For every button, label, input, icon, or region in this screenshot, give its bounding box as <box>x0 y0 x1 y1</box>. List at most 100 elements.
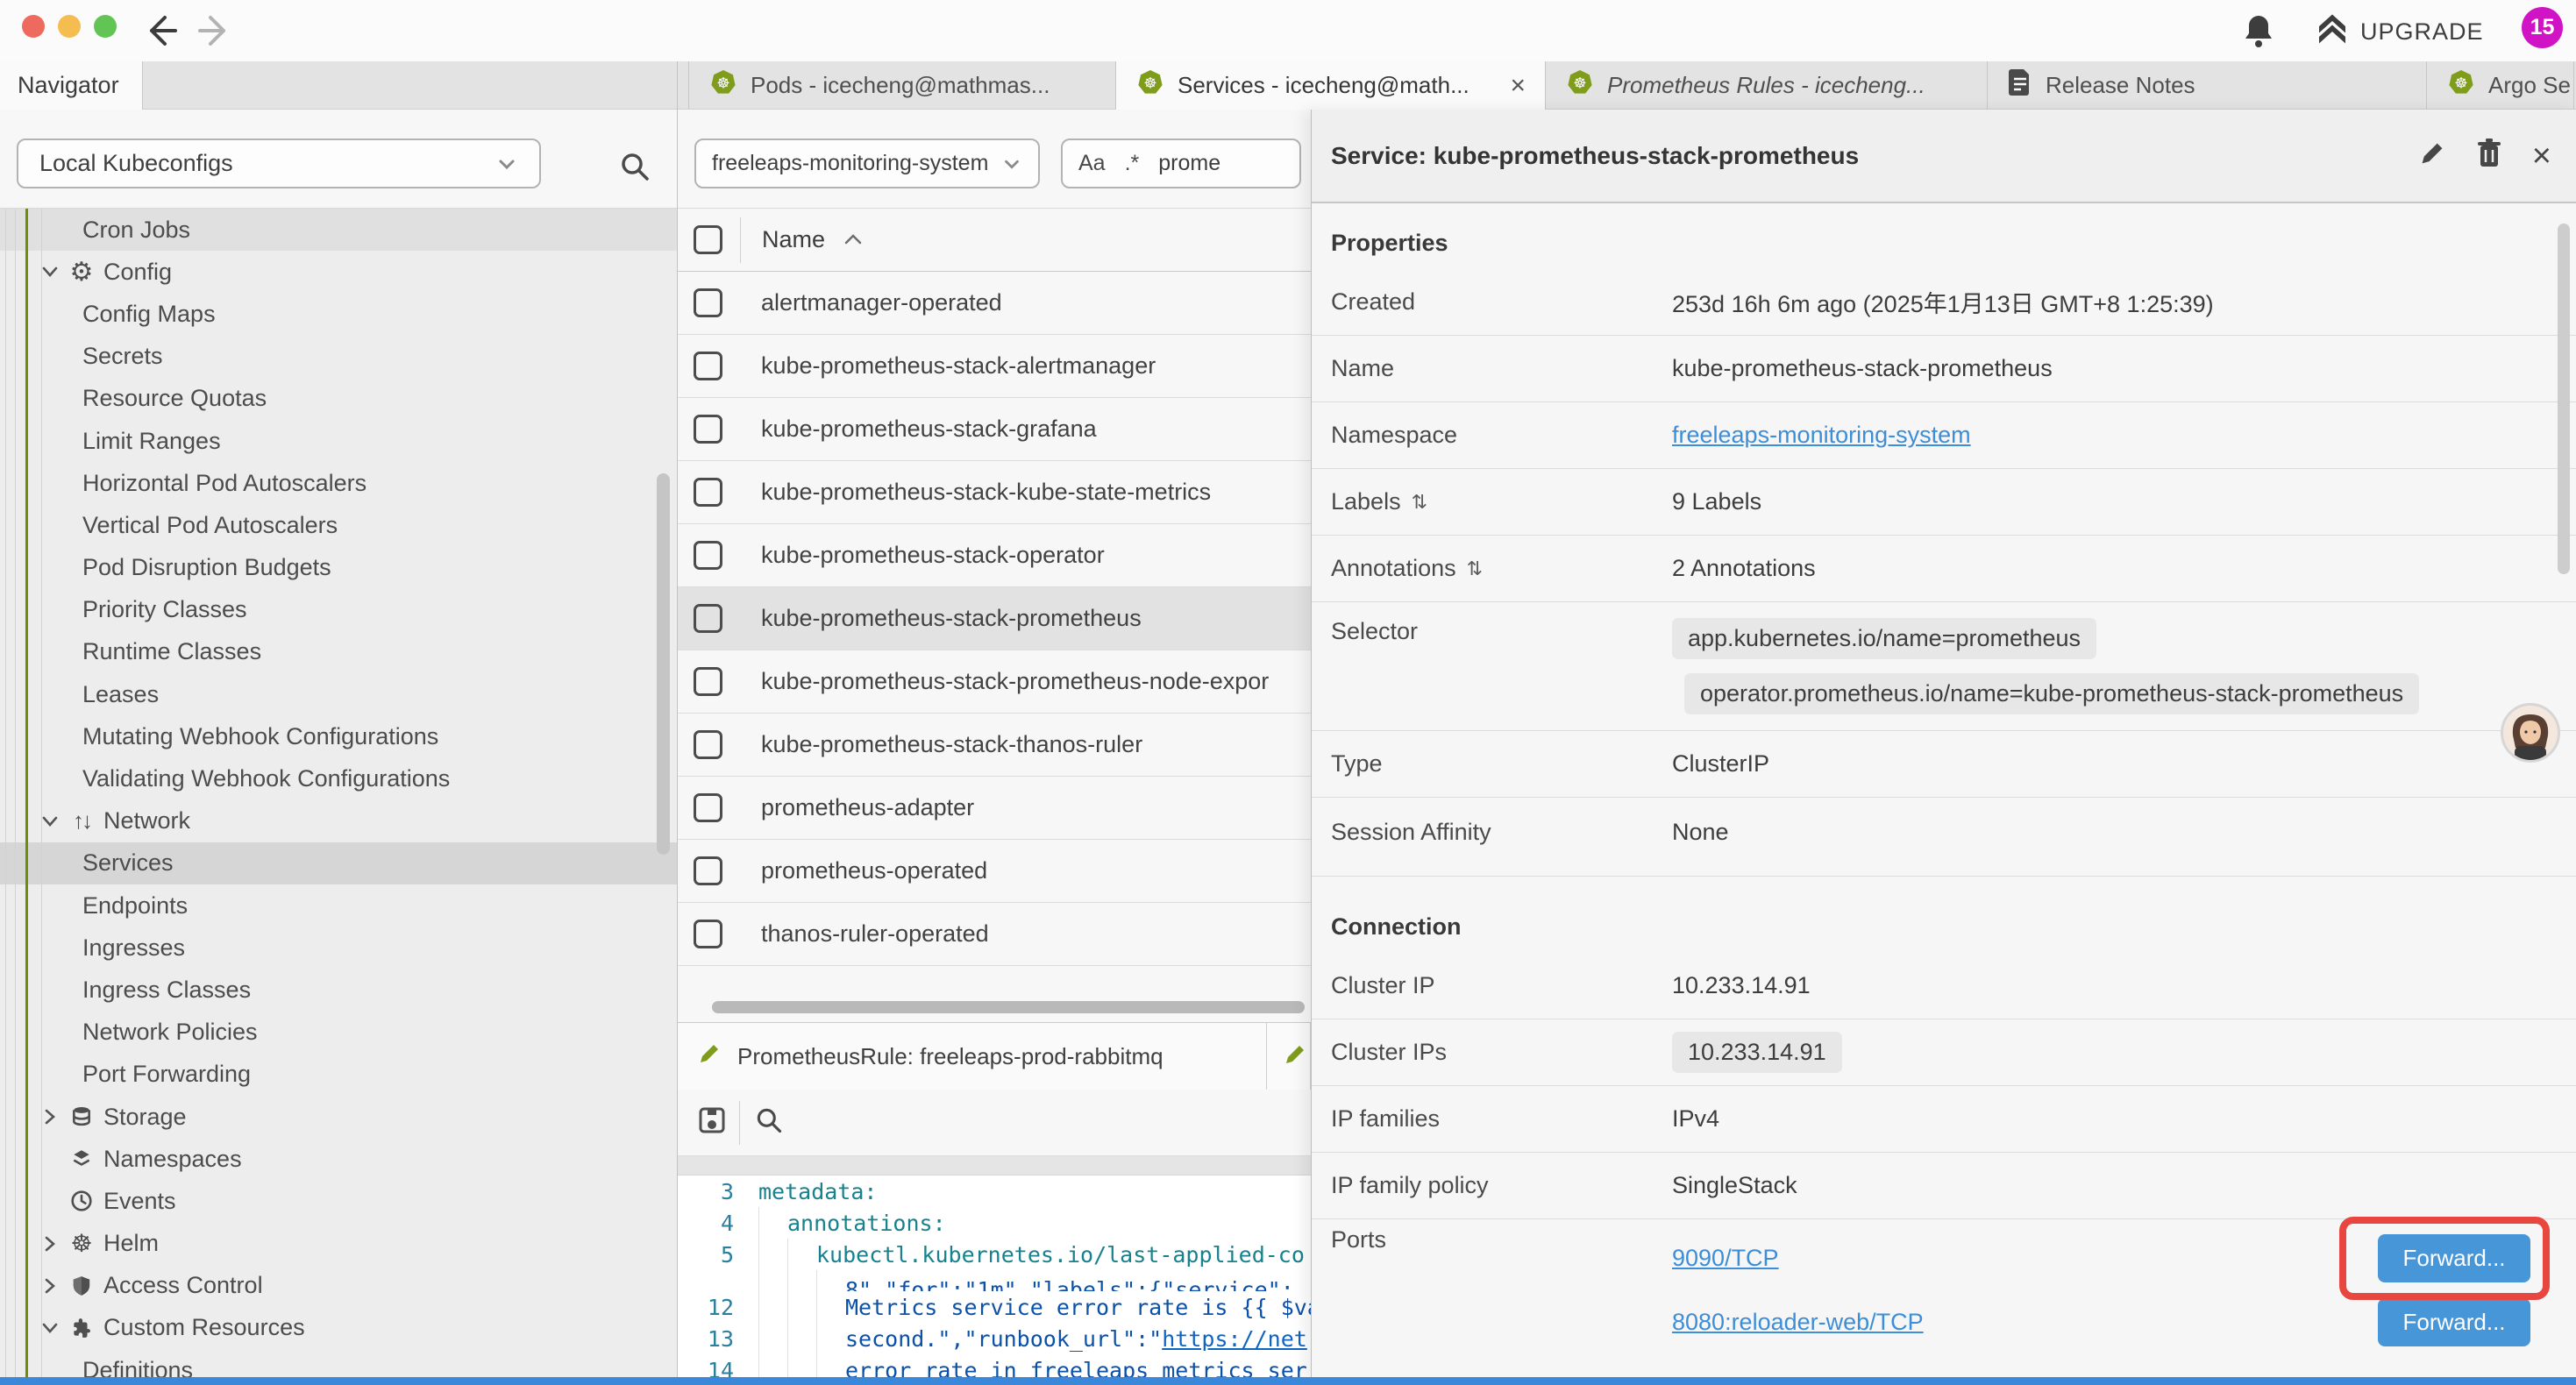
sidebar-item-namespaces[interactable]: Namespaces <box>0 1138 677 1180</box>
row-checkbox[interactable] <box>694 541 722 570</box>
editor-search-icon[interactable] <box>754 1105 784 1140</box>
expand-collapse-icon[interactable]: ⇅ <box>1467 558 1483 580</box>
row-checkbox[interactable] <box>694 415 722 444</box>
sidebar-item-services[interactable]: Services <box>0 842 677 884</box>
chevron-down-icon[interactable] <box>40 1318 61 1338</box>
upgrade-button[interactable]: UPGRADE <box>2316 12 2484 51</box>
edit-pencil-icon[interactable] <box>2418 139 2446 172</box>
regex-toggle[interactable]: .* <box>1125 151 1140 176</box>
close-window-button[interactable] <box>22 15 45 38</box>
sidebar-item-helm[interactable]: ☸Helm <box>0 1223 677 1265</box>
kubernetes-icon: ☸ <box>1567 69 1593 102</box>
sidebar-item-network-policies[interactable]: Network Policies <box>0 1012 677 1054</box>
panel-scrollbar[interactable] <box>2558 224 2570 574</box>
forward-port-button[interactable]: Forward... <box>2378 1298 2530 1346</box>
close-icon[interactable]: × <box>2532 139 2551 173</box>
table-row[interactable]: kube-prometheus-stack-prometheus-node-ex… <box>678 650 1311 714</box>
yaml-editor[interactable]: 3metadata:4annotations:5kubectl.kubernet… <box>678 1175 1311 1385</box>
sidebar-item-custom-resources[interactable]: Custom Resources <box>0 1307 677 1349</box>
sidebar-item-access-control[interactable]: Access Control <box>0 1265 677 1307</box>
chevron-right-icon[interactable] <box>40 1234 61 1254</box>
close-tab-icon[interactable]: × <box>1510 73 1526 99</box>
sidebar-item-limit-ranges[interactable]: Limit Ranges <box>0 420 677 462</box>
tab-navigator[interactable]: Navigator <box>0 61 143 110</box>
namespace-link[interactable]: freeleaps-monitoring-system <box>1672 422 1971 448</box>
search-icon[interactable] <box>618 150 651 183</box>
table-row[interactable]: prometheus-adapter <box>678 777 1311 840</box>
forward-arrow-icon[interactable] <box>195 11 235 51</box>
sidebar-item-horizontal-pod-autoscalers[interactable]: Horizontal Pod Autoscalers <box>0 462 677 504</box>
sidebar-item-storage[interactable]: Storage <box>0 1096 677 1138</box>
port-link[interactable]: 8080:reloader-web/TCP <box>1672 1309 1924 1336</box>
forward-port-button[interactable]: Forward... <box>2378 1234 2530 1282</box>
sidebar-item-config[interactable]: ⚙Config <box>0 251 677 293</box>
tab-argo-se[interactable]: ☸Argo Se <box>2427 61 2574 110</box>
table-row[interactable]: thanos-ruler-operated <box>678 903 1311 966</box>
filter-input[interactable]: Aa .* prome <box>1061 138 1301 188</box>
sidebar-item-pod-disruption-budgets[interactable]: Pod Disruption Budgets <box>0 547 677 589</box>
tab-release-notes[interactable]: Release Notes <box>1988 61 2427 110</box>
editor-tab-prometheusrule[interactable]: PrometheusRule: freeleaps-prod-rabbitmq <box>678 1023 1267 1090</box>
expand-collapse-icon[interactable]: ⇅ <box>1412 491 1427 514</box>
sidebar-item-validating-webhook-configurations[interactable]: Validating Webhook Configurations <box>0 757 677 799</box>
minimize-window-button[interactable] <box>58 15 81 38</box>
chevron-down-icon[interactable] <box>40 262 61 281</box>
row-checkbox[interactable] <box>694 793 722 822</box>
chevron-down-icon[interactable] <box>40 812 61 831</box>
row-checkbox[interactable] <box>694 288 722 317</box>
delete-trash-icon[interactable] <box>2476 138 2502 173</box>
row-checkbox[interactable] <box>694 856 722 885</box>
maximize-window-button[interactable] <box>94 15 117 38</box>
sidebar-item-priority-classes[interactable]: Priority Classes <box>0 589 677 631</box>
back-arrow-icon[interactable] <box>140 11 181 51</box>
table-row[interactable]: kube-prometheus-stack-kube-state-metrics <box>678 461 1311 524</box>
sidebar-item-leases[interactable]: Leases <box>0 673 677 715</box>
port-link[interactable]: 9090/TCP <box>1672 1245 1779 1272</box>
row-checkbox[interactable] <box>694 667 722 696</box>
row-checkbox[interactable] <box>694 478 722 507</box>
sidebar-item-cron-jobs[interactable]: Cron Jobs <box>0 209 677 251</box>
table-horizontal-scrollbar[interactable] <box>712 1001 1305 1013</box>
sidebar-item-secrets[interactable]: Secrets <box>0 336 677 378</box>
table-row[interactable]: prometheus-operated <box>678 840 1311 903</box>
chevron-right-icon[interactable] <box>40 1107 61 1126</box>
sidebar-item-mutating-webhook-configurations[interactable]: Mutating Webhook Configurations <box>0 715 677 757</box>
table-row[interactable]: kube-prometheus-stack-grafana <box>678 398 1311 461</box>
notification-count-badge[interactable]: 15 <box>2522 7 2563 48</box>
table-row[interactable]: kube-prometheus-stack-alertmanager <box>678 335 1311 398</box>
sidebar-item-vertical-pod-autoscalers[interactable]: Vertical Pod Autoscalers <box>0 504 677 546</box>
sidebar-item-config-maps[interactable]: Config Maps <box>0 293 677 335</box>
sidebar-item-network[interactable]: ↑↓Network <box>0 800 677 842</box>
table-row[interactable]: kube-prometheus-stack-operator <box>678 524 1311 587</box>
chevron-right-icon[interactable] <box>40 1276 61 1296</box>
sidebar-item-endpoints[interactable]: Endpoints <box>0 884 677 927</box>
row-checkbox[interactable] <box>694 730 722 759</box>
tab-prometheus-rules-icechen[interactable]: ☸Prometheus Rules - icecheng... <box>1546 61 1988 110</box>
sidebar-item-events[interactable]: Events <box>0 1180 677 1222</box>
save-icon[interactable] <box>697 1105 727 1140</box>
tab-pods-icecheng-mathmas-[interactable]: ☸Pods - icecheng@mathmas... <box>689 61 1116 110</box>
sidebar-scrollbar[interactable] <box>657 473 670 855</box>
notifications-bell-icon[interactable] <box>2241 12 2276 51</box>
sort-ascending-icon[interactable] <box>843 226 864 253</box>
namespace-selector[interactable]: freeleaps-monitoring-system <box>694 138 1040 188</box>
tab-services-icecheng-math-[interactable]: ☸Services - icecheng@math...× <box>1116 61 1546 110</box>
sidebar-item-ingress-classes[interactable]: Ingress Classes <box>0 969 677 1011</box>
sidebar-item-port-forwarding[interactable]: Port Forwarding <box>0 1054 677 1096</box>
row-checkbox[interactable] <box>694 352 722 380</box>
select-all-checkbox[interactable] <box>694 225 722 254</box>
avatar[interactable] <box>2501 703 2560 763</box>
sidebar-item-ingresses[interactable]: Ingresses <box>0 927 677 969</box>
kubeconfig-selector[interactable]: Local Kubeconfigs <box>17 138 541 188</box>
editor-tab-partial[interactable] <box>1267 1023 1311 1090</box>
table-row[interactable]: kube-prometheus-stack-thanos-ruler <box>678 714 1311 777</box>
match-case-toggle[interactable]: Aa <box>1078 151 1106 176</box>
name-column-header[interactable]: Name <box>741 226 825 253</box>
table-row[interactable]: kube-prometheus-stack-prometheus <box>678 587 1311 650</box>
table-row[interactable]: alertmanager-operated <box>678 272 1311 335</box>
sidebar-item-resource-quotas[interactable]: Resource Quotas <box>0 378 677 420</box>
row-checkbox[interactable] <box>694 604 722 633</box>
sidebar-item-runtime-classes[interactable]: Runtime Classes <box>0 631 677 673</box>
row-checkbox[interactable] <box>694 920 722 948</box>
editor-scrollbar-track[interactable] <box>678 1156 1311 1175</box>
